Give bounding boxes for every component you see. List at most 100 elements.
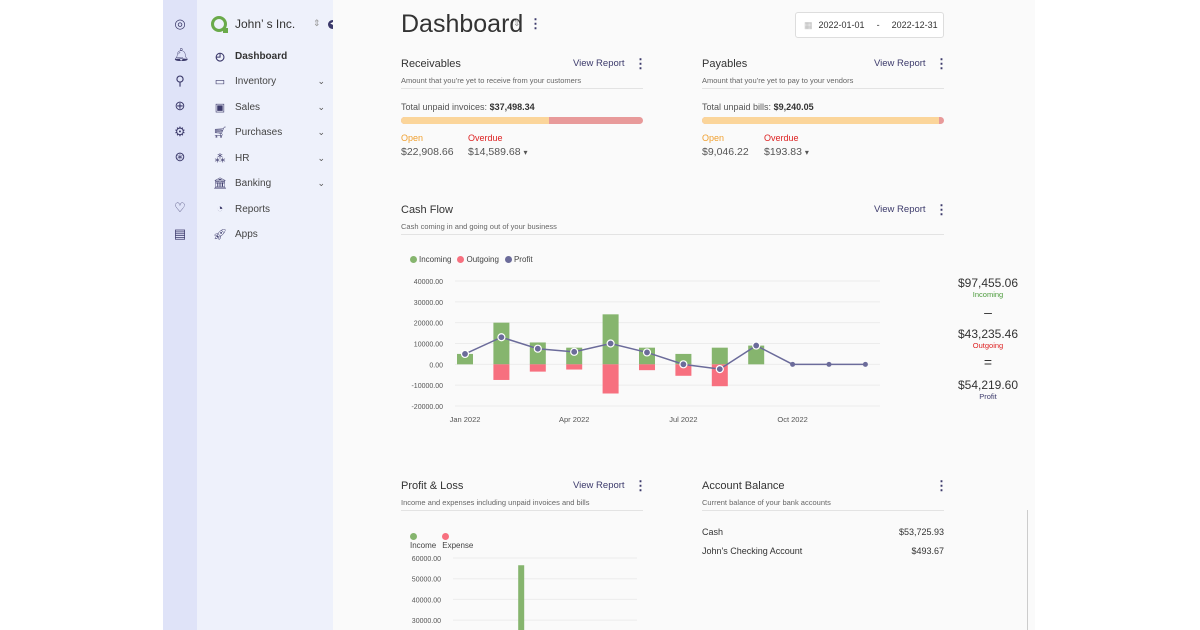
sidebar-item-banking[interactable]: 🏛︎ Banking ⌄ bbox=[213, 177, 325, 190]
x-tick-label: Oct 2022 bbox=[777, 415, 807, 424]
support-icon[interactable]: ⊛ bbox=[173, 150, 187, 164]
sidebar-item-dashboard[interactable]: ◴ Dashboard bbox=[213, 50, 325, 63]
card-subtitle: Current balance of your bank accounts bbox=[702, 498, 831, 507]
profit-point bbox=[570, 347, 579, 356]
card-title: Profit & Loss bbox=[401, 480, 464, 492]
sidebar-item-apps[interactable]: 🚀︎ Apps bbox=[213, 228, 325, 241]
bank-icon: 🏛︎ bbox=[213, 178, 227, 190]
sidebar-item-reports[interactable]: ◔ Reports bbox=[213, 203, 325, 215]
company-name: John’ s Inc. bbox=[235, 17, 296, 31]
x-tick-label: Apr 2022 bbox=[559, 415, 589, 424]
archive-icon: ▭ bbox=[214, 76, 226, 88]
sidebar-item-label: Apps bbox=[235, 229, 258, 240]
y-tick-label: 30000.00 bbox=[412, 618, 441, 625]
rocket-icon: 🚀︎ bbox=[213, 229, 227, 241]
outgoing-bar bbox=[529, 364, 546, 372]
profit-point bbox=[790, 361, 796, 367]
icon-rail: ◎ 🔔︎ ⚲ ⊕ ⚙ ⊛ ♡ ▤ bbox=[163, 0, 197, 630]
people-icon: ⁂ bbox=[214, 153, 226, 165]
profit-point bbox=[606, 339, 615, 348]
document-icon[interactable]: ▤ bbox=[173, 227, 187, 241]
profit-point bbox=[460, 349, 470, 359]
card-menu-button[interactable]: ⋮ bbox=[935, 479, 948, 492]
minus-sign: – bbox=[984, 304, 992, 320]
account-balance: $493.67 bbox=[911, 546, 944, 556]
y-tick-label: 50000.00 bbox=[412, 577, 441, 584]
sort-icon[interactable]: ⇕ bbox=[313, 18, 321, 29]
y-tick-label: 40000.00 bbox=[414, 279, 443, 286]
y-tick-label: 20000.00 bbox=[414, 321, 443, 328]
y-tick-label: 30000.00 bbox=[414, 300, 443, 307]
chevron-down-icon: ⌄ bbox=[317, 102, 325, 112]
sidebar-item-inventory[interactable]: ▭ Inventory ⌄ bbox=[213, 75, 325, 88]
chevron-down-icon: ⌄ bbox=[317, 153, 325, 163]
x-tick-label: Jan 2022 bbox=[450, 415, 481, 424]
plus-circle-icon[interactable]: ⊕ bbox=[173, 99, 187, 113]
sidebar-item-sales[interactable]: ▣ Sales ⌄ bbox=[213, 101, 325, 114]
profit-loss-chart: 60000.00 50000.00 40000.00 30000.00 bbox=[412, 556, 637, 630]
divider bbox=[702, 510, 944, 511]
search-icon[interactable]: ⚲ bbox=[173, 74, 187, 88]
gauge-icon: ◴ bbox=[215, 51, 225, 63]
profit-point bbox=[497, 333, 506, 342]
equals-sign: = bbox=[983, 354, 993, 370]
outgoing-bar bbox=[566, 364, 583, 370]
income-bar bbox=[518, 565, 525, 630]
gear-icon[interactable]: ⚙ bbox=[173, 125, 187, 139]
profit-summary: $54,219.60 Profit bbox=[957, 378, 1019, 401]
outgoing-bar bbox=[639, 364, 655, 371]
sidebar-item-label: Purchases bbox=[235, 127, 283, 138]
sidebar-item-label: Dashboard bbox=[235, 51, 288, 62]
date-to: 2022-12-31 bbox=[891, 20, 938, 30]
chevron-down-icon: ⌄ bbox=[317, 127, 325, 137]
sidebar-item-hr[interactable]: ⁂ HR ⌄ bbox=[213, 152, 326, 165]
profit-point bbox=[826, 361, 832, 367]
chevron-down-icon: ⌄ bbox=[317, 76, 325, 86]
card-menu-button[interactable]: ⋮ bbox=[935, 57, 948, 70]
incoming-summary: $97,455.06 Incoming bbox=[957, 276, 1019, 299]
user-icon[interactable]: ◎ bbox=[173, 17, 187, 31]
heart-icon[interactable]: ♡ bbox=[173, 201, 187, 215]
profit-point bbox=[862, 361, 868, 367]
card-menu-button[interactable]: ⋮ bbox=[634, 479, 647, 492]
sidebar-item-label: Sales bbox=[235, 102, 261, 113]
cart-icon: 🛒︎ bbox=[213, 127, 227, 139]
pie-icon: ◔ bbox=[216, 203, 224, 215]
y-tick-label: 10000.00 bbox=[414, 342, 443, 349]
company-switcher[interactable]: John’ s Inc. bbox=[211, 16, 296, 33]
card-menu-button[interactable]: ⋮ bbox=[935, 203, 948, 216]
divider bbox=[401, 510, 643, 511]
scrollbar[interactable] bbox=[1027, 510, 1028, 630]
sidebar-item-purchases[interactable]: 🛒︎ Purchases ⌄ bbox=[213, 126, 325, 139]
y-tick-label: 60000.00 bbox=[412, 556, 441, 563]
incoming-bar bbox=[602, 314, 619, 365]
account-balance: $53,725.93 bbox=[898, 527, 944, 537]
card-subtitle: Income and expenses including unpaid inv… bbox=[401, 498, 590, 507]
sidebar-item-label: Banking bbox=[235, 178, 272, 189]
money-icon: ▣ bbox=[214, 102, 226, 114]
account-name[interactable]: Cash bbox=[702, 527, 723, 537]
sidebar-item-label: Inventory bbox=[235, 76, 277, 87]
profit-point bbox=[642, 348, 652, 357]
sidebar-item-label: HR bbox=[235, 153, 250, 164]
account-name[interactable]: John's Checking Account bbox=[702, 546, 802, 556]
incoming-bar bbox=[493, 322, 510, 365]
main-content: Dashboard ⇕ ⋮ ▦ 2022-01-01 - 2022-12-31 … bbox=[333, 0, 1035, 630]
bell-icon[interactable]: 🔔︎ bbox=[173, 48, 190, 62]
card-title: Account Balance bbox=[702, 480, 785, 492]
cash-flow-chart: 40000.00 30000.00 20000.00 10000.00 0.00 -100… bbox=[411, 279, 880, 424]
sidebar-item-label: Reports bbox=[235, 203, 271, 215]
y-tick-label: 0.00 bbox=[429, 362, 443, 369]
profit-point bbox=[752, 341, 761, 350]
profit-point bbox=[533, 344, 542, 353]
chevron-down-icon: ⌄ bbox=[317, 178, 325, 188]
x-tick-label: Jul 2022 bbox=[669, 415, 697, 424]
sidebar: John’ s Inc. ⇕ ◀ ◴Dashboard ▭Inventory⌄ … bbox=[197, 0, 337, 630]
profit-point bbox=[679, 360, 688, 369]
logo-icon bbox=[211, 16, 228, 33]
y-tick-label: -10000.00 bbox=[411, 383, 443, 390]
outgoing-bar bbox=[493, 364, 510, 380]
incoming-bar bbox=[711, 347, 728, 365]
outgoing-bar bbox=[602, 364, 619, 394]
view-report-link[interactable]: View Report bbox=[573, 480, 625, 491]
